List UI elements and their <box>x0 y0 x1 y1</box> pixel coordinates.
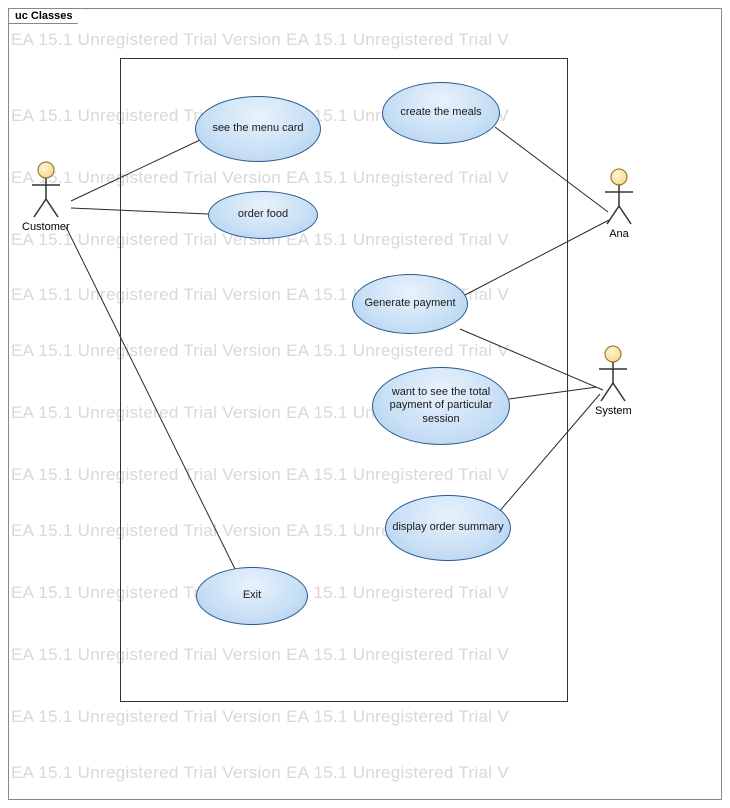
actor-customer[interactable]: Customer <box>22 161 70 233</box>
use-case-label: order food <box>238 208 288 221</box>
watermark-text: EA 15.1 Unregistered Trial Version EA 15… <box>11 707 509 727</box>
use-case-display-summary[interactable]: display order summary <box>385 495 511 561</box>
actor-label: Ana <box>609 228 629 240</box>
use-case-order-food[interactable]: order food <box>208 191 318 239</box>
use-case-generate-payment[interactable]: Generate payment <box>352 274 468 334</box>
use-case-label: create the meals <box>400 106 481 119</box>
system-boundary <box>120 58 568 702</box>
use-case-create-meals[interactable]: create the meals <box>382 82 500 144</box>
use-case-see-menu[interactable]: see the menu card <box>195 96 321 162</box>
diagram-frame: uc Classes EA 15.1 Unregistered Trial Ve… <box>8 8 722 800</box>
use-case-total-payment[interactable]: want to see the total payment of particu… <box>372 367 510 445</box>
actor-system[interactable]: System <box>595 345 632 417</box>
frame-title: uc Classes <box>8 8 87 24</box>
use-case-label: display order summary <box>392 521 503 534</box>
actor-label: System <box>595 405 632 417</box>
watermark-text: EA 15.1 Unregistered Trial Version EA 15… <box>11 30 509 50</box>
actor-ana[interactable]: Ana <box>603 168 635 240</box>
use-case-label: see the menu card <box>212 122 303 135</box>
use-case-label: Generate payment <box>364 297 455 310</box>
watermark-text: EA 15.1 Unregistered Trial Version EA 15… <box>11 763 509 783</box>
use-case-label: want to see the total payment of particu… <box>379 386 503 426</box>
use-case-label: Exit <box>243 589 261 602</box>
use-case-exit[interactable]: Exit <box>196 567 308 625</box>
actor-label: Customer <box>22 221 70 233</box>
